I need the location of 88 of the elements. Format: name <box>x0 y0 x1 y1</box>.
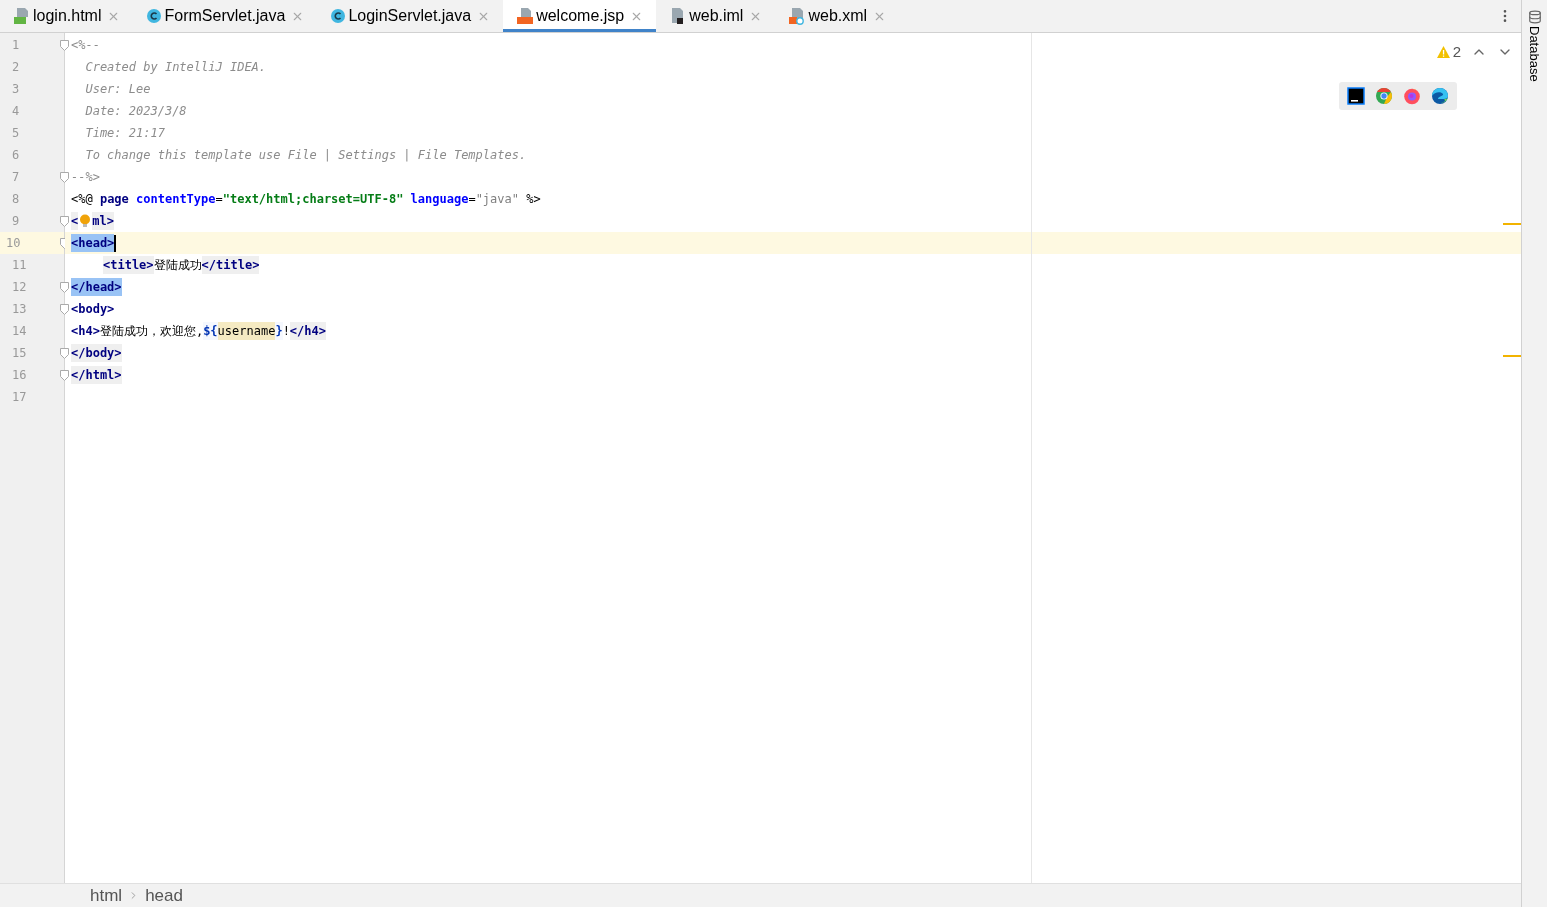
line-number: 9 <box>12 213 20 230</box>
code-comment: Created by IntelliJ IDEA. <box>84 59 267 76</box>
database-tool-tab[interactable]: Database <box>1524 26 1545 82</box>
line-number: 12 <box>12 279 27 296</box>
attribute-value: "java" <box>475 191 520 208</box>
breadcrumb-item[interactable]: html <box>90 882 123 907</box>
xml-file-icon <box>788 7 807 25</box>
expression-brace: ${ <box>203 322 218 340</box>
tab-label: welcome.jsp <box>536 6 625 26</box>
code-comment: Date: 2023/3/8 <box>84 103 187 120</box>
fold-marker-icon[interactable] <box>60 171 69 183</box>
tab-label: login.html <box>33 6 102 26</box>
line-number: 6 <box>12 147 20 164</box>
attribute-value: "text/html;charset=UTF-8" <box>222 191 405 208</box>
editor-tab[interactable]: FormServlet.java <box>133 0 318 32</box>
line-number: 16 <box>12 367 27 384</box>
tag-name: </html> <box>71 366 122 384</box>
fold-marker-icon[interactable] <box>60 369 69 381</box>
tag-name: <title> <box>103 256 154 274</box>
tag-name: <h4> <box>71 323 100 340</box>
fold-marker-icon[interactable] <box>60 215 69 227</box>
code-comment: User: Lee <box>84 81 151 98</box>
tag-name: page <box>99 191 130 208</box>
tag-name: </title> <box>201 256 260 274</box>
html-file-icon <box>13 7 31 25</box>
fold-marker-icon[interactable] <box>60 303 69 315</box>
code-text: 登陆成功 <box>153 257 202 274</box>
code-text: = <box>215 191 223 208</box>
warning-icon[interactable] <box>1435 45 1451 60</box>
class-icon <box>146 8 163 24</box>
line-number: 8 <box>12 191 20 208</box>
line-number: 13 <box>12 301 27 318</box>
fold-marker-icon[interactable] <box>60 281 69 293</box>
line-number: 15 <box>12 345 27 362</box>
fold-marker-icon[interactable] <box>60 347 69 359</box>
tag-name: < <box>71 212 79 230</box>
expression-variable: username <box>217 322 276 340</box>
text-caret <box>114 234 117 252</box>
matched-tag: <head> <box>71 234 115 252</box>
line-number: 1 <box>12 37 20 54</box>
code-comment: --%> <box>71 169 100 186</box>
tag-name: </body> <box>71 344 122 362</box>
warning-count: 2 <box>1452 42 1461 62</box>
code-comment: <%-- <box>71 37 100 54</box>
line-number: 2 <box>12 59 20 76</box>
code-text: 登陆成功，欢迎您, <box>99 323 204 340</box>
line-number: 3 <box>12 81 20 98</box>
editor-tab[interactable]: LoginServlet.java <box>317 0 504 32</box>
attribute-name: contentType <box>136 191 216 208</box>
warning-stripe <box>1503 355 1521 357</box>
code-comment: To change this template use File | Settings | File Templates. <box>84 147 527 164</box>
line-number: 7 <box>12 169 20 186</box>
tab-label: LoginServlet.java <box>348 6 472 26</box>
breadcrumb-item[interactable]: head <box>145 882 183 907</box>
attribute-name: language <box>410 191 469 208</box>
editor-tab[interactable]: welcome.jsp <box>503 0 657 32</box>
tab-label: web.xml <box>808 6 868 26</box>
line-number: 5 <box>12 125 20 142</box>
code-text: <%@ <box>71 191 94 208</box>
edge-like-browser-icon[interactable] <box>1431 86 1449 105</box>
editor-tab[interactable]: login.html <box>0 0 134 32</box>
warning-stripe <box>1503 223 1521 225</box>
tab-label: web.iml <box>689 6 744 26</box>
tag-name: <body> <box>71 301 115 318</box>
line-number: 17 <box>12 389 27 406</box>
jsp-file-icon <box>516 7 535 25</box>
ide-icon[interactable] <box>1347 86 1365 105</box>
expression-brace: } <box>275 322 283 340</box>
database-icon[interactable] <box>1527 10 1542 24</box>
line-number: 10 <box>6 235 21 252</box>
matched-tag: </head> <box>71 278 122 296</box>
code-comment: Time: 21:17 <box>84 125 165 142</box>
chrome-like-browser-icon[interactable] <box>1375 86 1393 105</box>
class-icon <box>330 8 347 24</box>
code-text: %> <box>526 191 541 208</box>
code-text: = <box>468 191 476 208</box>
line-number: 4 <box>12 103 20 120</box>
tag-name: ml> <box>92 212 114 230</box>
firefox-like-browser-icon[interactable] <box>1403 86 1421 105</box>
fold-marker-icon[interactable] <box>60 39 69 51</box>
tag-name: </h4> <box>289 322 326 340</box>
editor-tab[interactable]: web.xml <box>775 0 900 32</box>
code-text: ! <box>282 323 290 340</box>
lightbulb-icon[interactable] <box>78 214 93 228</box>
line-number: 11 <box>12 257 27 274</box>
tab-label: FormServlet.java <box>164 6 286 26</box>
editor-tab[interactable]: web.iml <box>656 0 776 32</box>
line-number: 14 <box>12 323 27 340</box>
